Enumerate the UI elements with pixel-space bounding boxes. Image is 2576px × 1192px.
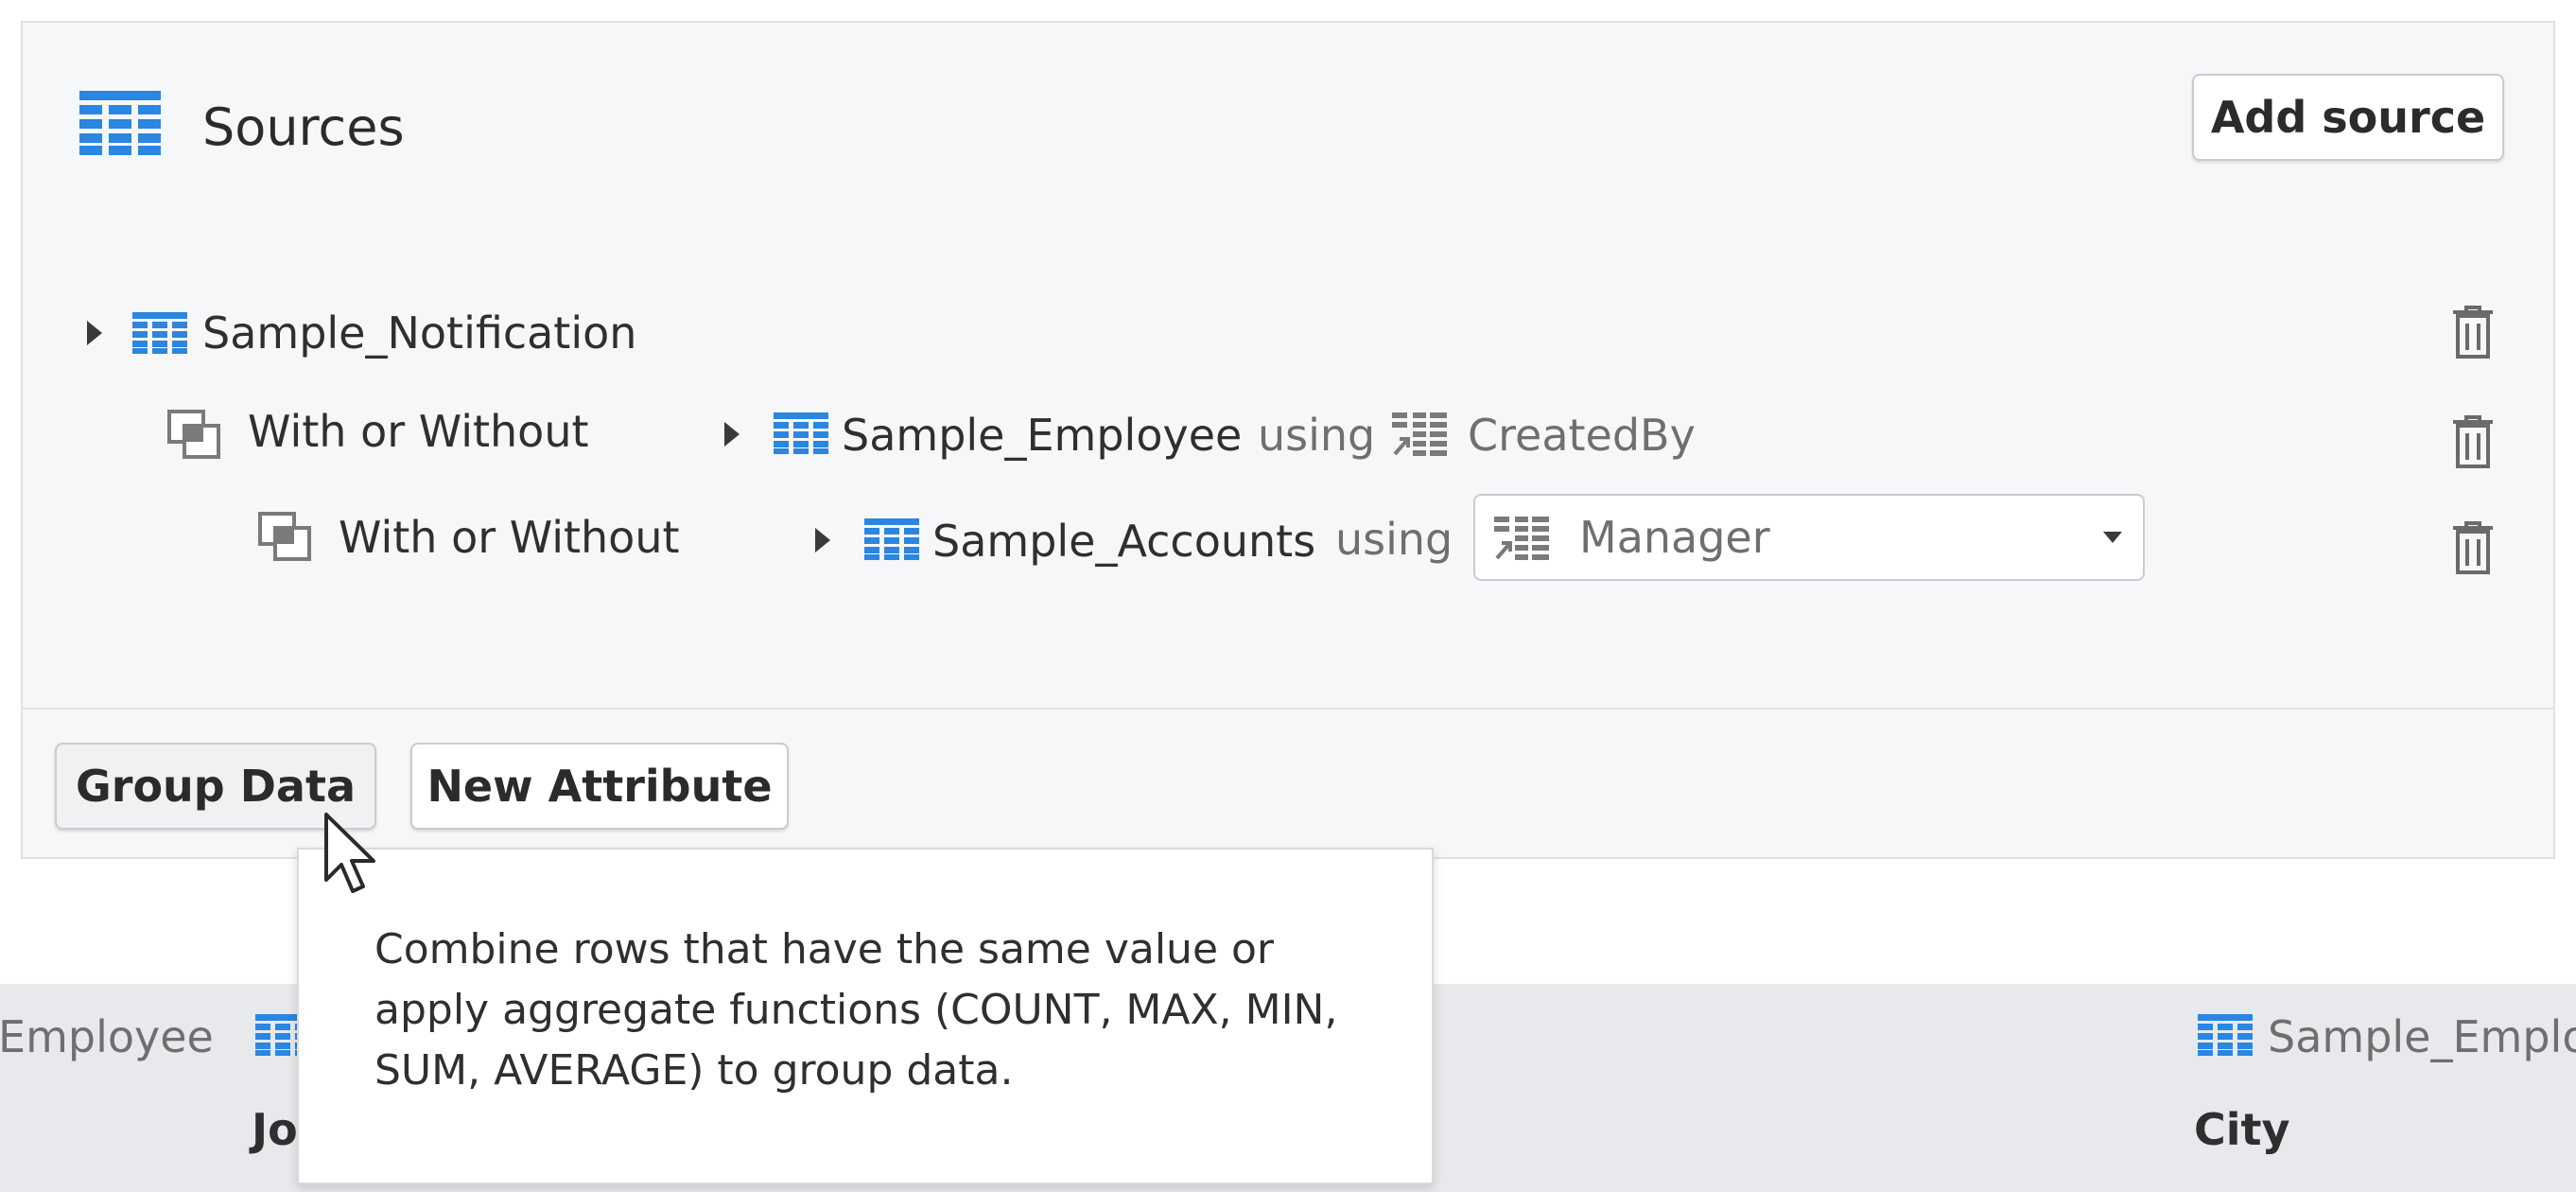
grid-icon <box>132 312 187 354</box>
column-header[interactable]: City <box>2194 1101 2290 1158</box>
join-key-select[interactable]: Manager <box>1473 494 2145 581</box>
new-attribute-button[interactable]: New Attribute <box>410 743 789 830</box>
join-key-label: CreatedBy <box>1468 410 1696 461</box>
join-source-name[interactable]: Sample_Accounts <box>932 513 1315 570</box>
caret-right-icon[interactable] <box>815 528 830 552</box>
chevron-down-icon[interactable] <box>2103 532 2122 543</box>
column-header[interactable]: Jo <box>252 1101 298 1158</box>
attribute-icon <box>1392 412 1447 456</box>
grid-icon <box>864 518 919 560</box>
join-type-label[interactable]: With or Without <box>339 509 680 566</box>
join-icon <box>167 410 220 459</box>
add-source-button[interactable]: Add source <box>2192 74 2504 161</box>
trash-icon[interactable] <box>2451 305 2495 359</box>
grid-icon <box>774 412 828 454</box>
panel-title: Sources <box>202 97 405 157</box>
using-label: using <box>1335 514 1453 565</box>
trash-icon[interactable] <box>2451 414 2495 469</box>
grid-icon <box>2198 1014 2253 1056</box>
attribute-icon <box>1494 517 1549 560</box>
root-source-name[interactable]: Sample_Notification <box>202 305 636 361</box>
caret-right-icon[interactable] <box>724 422 740 447</box>
column-source-label: Employee <box>0 1011 214 1062</box>
panel-footer-divider <box>23 708 2553 710</box>
using-label: using <box>1258 410 1376 461</box>
column-source-label: Sample_Emplo <box>2268 1011 2576 1062</box>
tooltip-text: Combine rows that have the same value or… <box>374 925 1338 1095</box>
join-type-label[interactable]: With or Without <box>248 403 589 460</box>
join-key-select-value: Manager <box>1579 512 1770 563</box>
mouse-cursor-icon <box>324 813 375 893</box>
caret-right-icon[interactable] <box>87 321 102 345</box>
join-source-name[interactable]: Sample_Employee <box>842 407 1242 464</box>
grid-icon <box>79 91 161 155</box>
group-data-tooltip: Combine rows that have the same value or… <box>297 848 1434 1184</box>
trash-icon[interactable] <box>2451 520 2495 575</box>
join-icon <box>258 512 311 561</box>
